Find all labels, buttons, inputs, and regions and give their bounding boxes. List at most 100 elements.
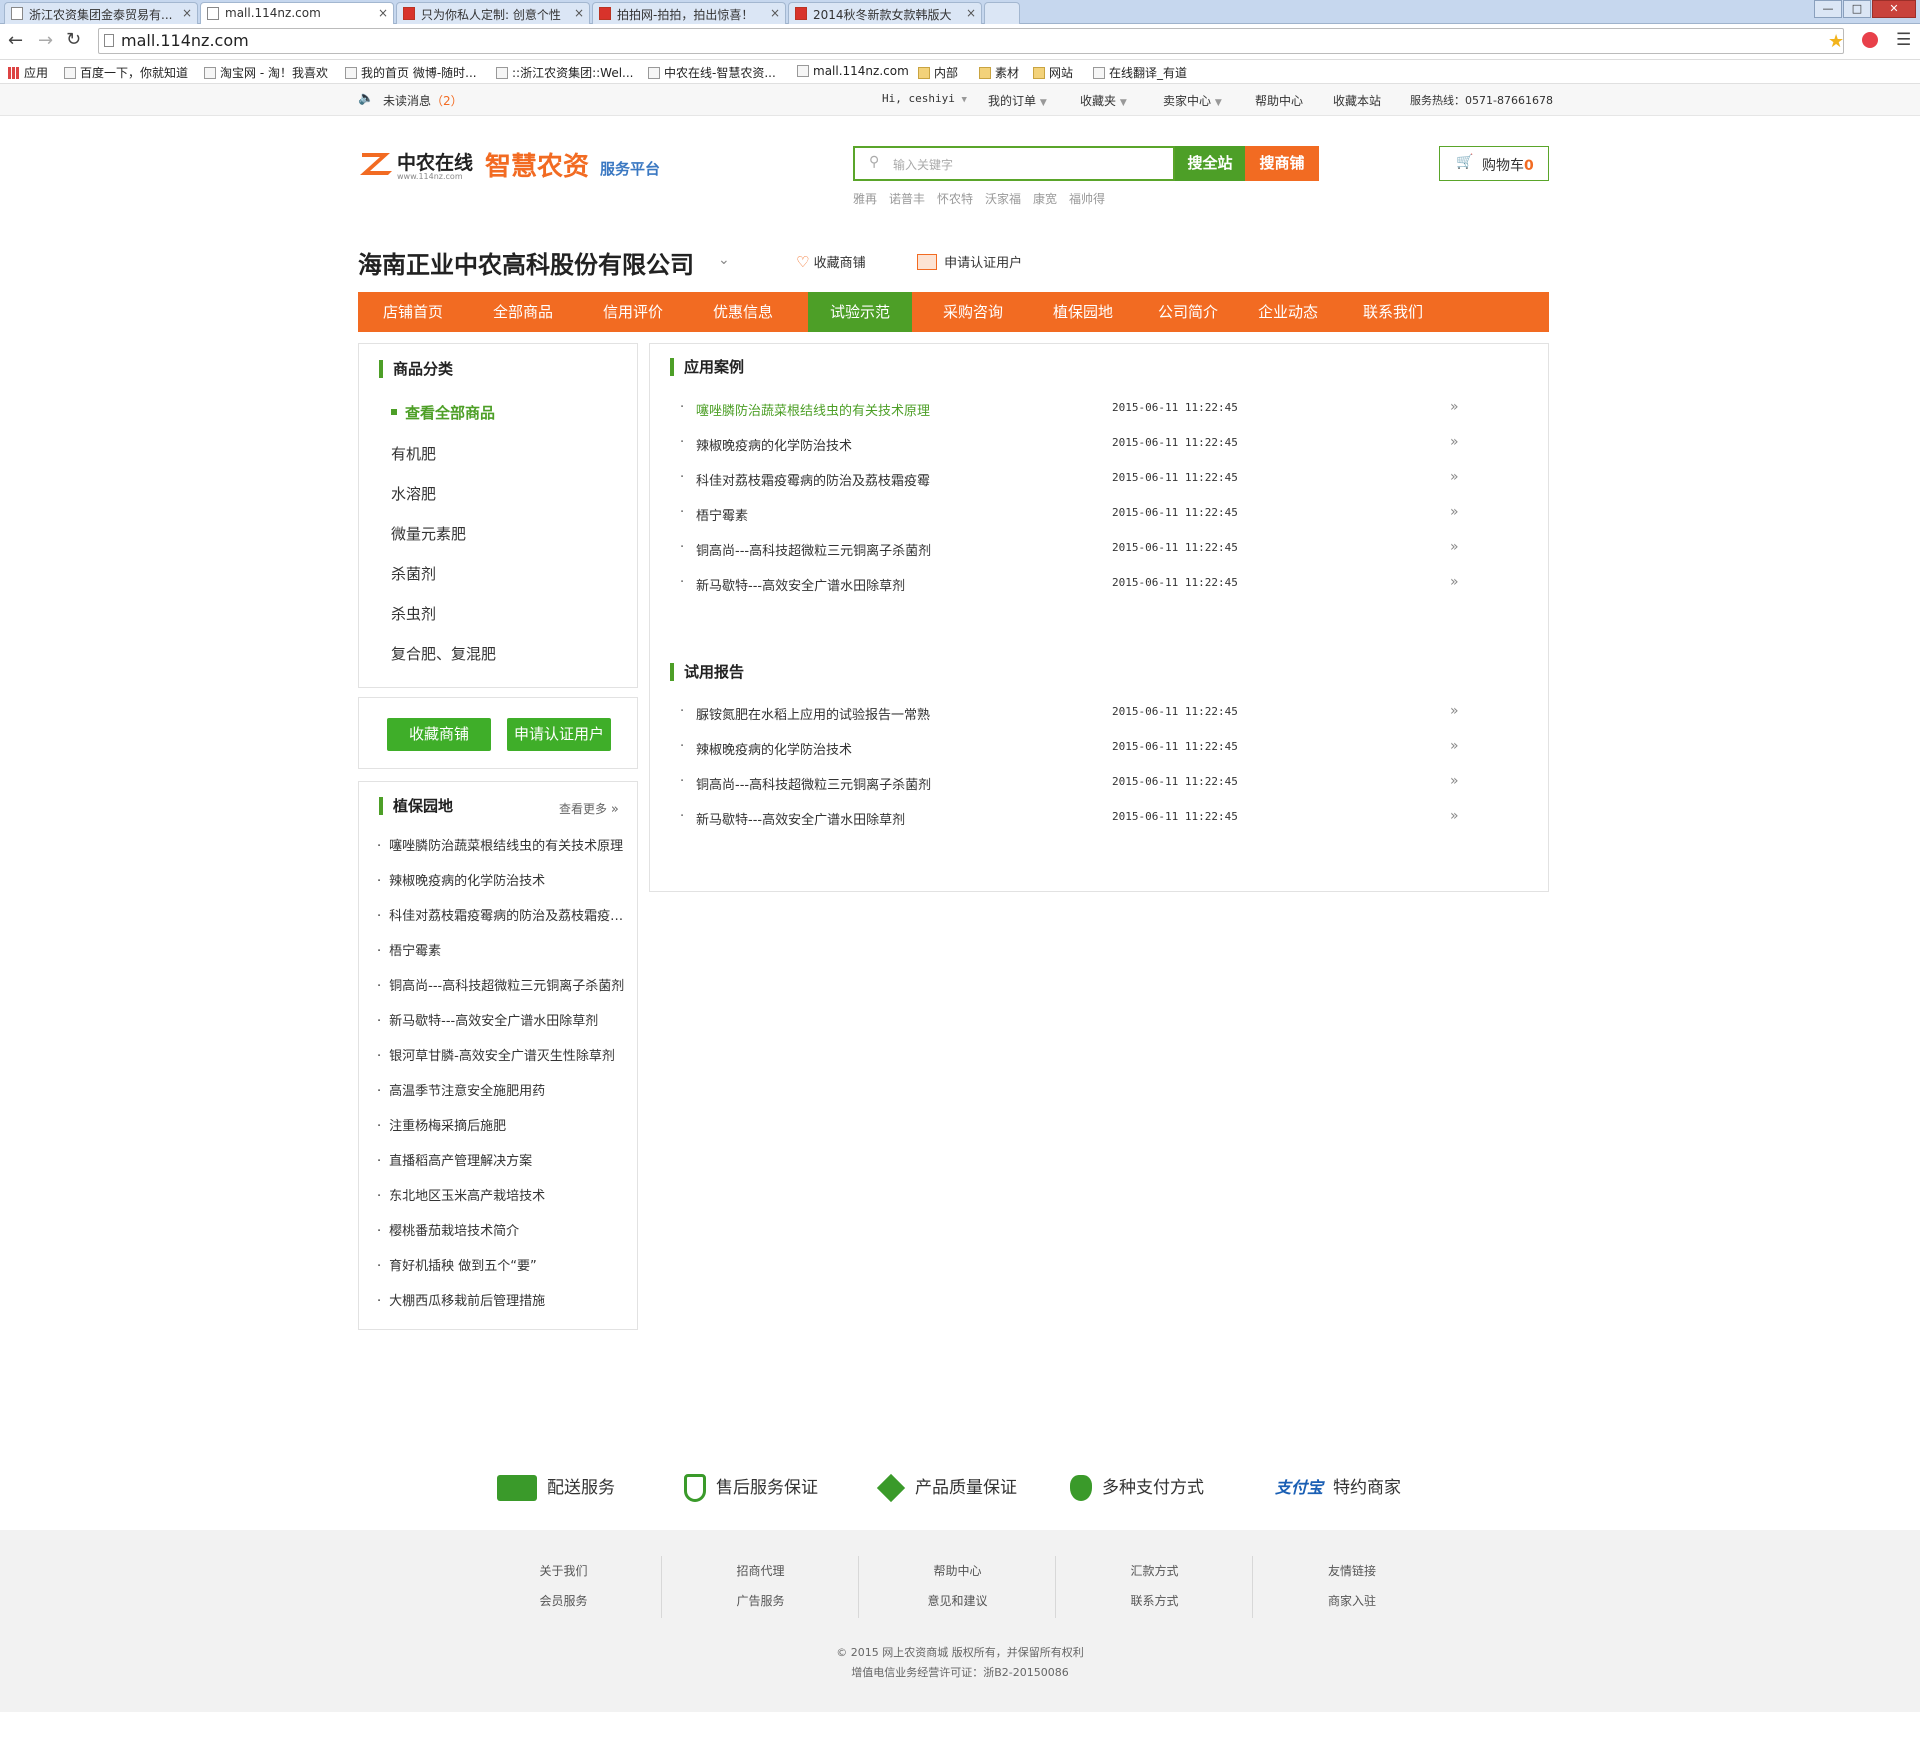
nav-item[interactable]: 试验示范 [808,292,912,332]
plant-article-link[interactable]: 噻唑膦防治蔬菜根结线虫的有关技术原理 [377,835,627,854]
unread-messages-link[interactable]: 未读消息（2） [383,92,463,109]
help-center-link[interactable]: 帮助中心 [1255,92,1303,109]
forward-icon[interactable]: → [38,30,53,51]
article-title[interactable]: 铜高尚---高科技超微粒三元铜离子杀菌剂 [696,540,931,559]
double-chevron-icon[interactable]: » [1450,434,1459,450]
my-orders-menu[interactable]: 我的订单 ▼ [988,92,1047,109]
category-item[interactable]: 水溶肥 [391,483,436,504]
article-row[interactable]: · 梧宁霉素 2015-06-11 11:22:45 » [680,504,1460,525]
close-window-button[interactable]: ✕ [1872,0,1916,18]
bookmark-item[interactable]: 应用 [8,64,48,81]
double-chevron-icon[interactable]: » [1450,469,1459,485]
browser-tab[interactable]: 浙江农资集团金泰贸易有... × [4,2,198,24]
plant-article-link[interactable]: 樱桃番茄栽培技术简介 [377,1220,627,1239]
view-more-link[interactable]: 查看更多 » [559,800,619,817]
reload-icon[interactable]: ↻ [66,29,81,50]
bookmark-item[interactable]: 淘宝网 - 淘！我喜欢 [204,64,328,81]
nav-item[interactable]: 信用评价 [578,292,688,332]
double-chevron-icon[interactable]: » [1450,773,1459,789]
double-chevron-icon[interactable]: » [1450,738,1459,754]
bookmark-item[interactable]: ::浙江农资集团::Wel... [496,64,634,81]
cart-button[interactable]: 🛒 购物车0 [1439,146,1549,181]
article-row[interactable]: · 铜高尚---高科技超微粒三元铜离子杀菌剂 2015-06-11 11:22:45… [680,773,1460,794]
article-row[interactable]: · 噻唑膦防治蔬菜根结线虫的有关技术原理 2015-06-11 11:22:45 » [680,399,1460,420]
browser-tab[interactable]: mall.114nz.com × [200,2,394,25]
article-title[interactable]: 新马歇特---高效安全广谱水田除草剂 [696,809,905,828]
category-item[interactable]: 杀虫剂 [391,603,436,624]
footer-link[interactable]: 联系方式 [1057,1586,1252,1616]
browser-tab[interactable]: 拍拍网-拍拍，拍出惊喜！ × [592,2,786,24]
double-chevron-icon[interactable]: » [1450,399,1459,415]
nav-item[interactable]: 公司简介 [1138,292,1238,332]
bookmark-item[interactable]: 内部 [918,64,958,81]
article-title[interactable]: 脲铵氮肥在水稻上应用的试验报告一常熟 [696,704,930,723]
close-tab-icon[interactable]: × [770,6,780,20]
nav-item[interactable]: 全部商品 [468,292,578,332]
nav-item[interactable]: 店铺首页 [358,292,468,332]
article-row[interactable]: · 辣椒晚疫病的化学防治技术 2015-06-11 11:22:45 » [680,738,1460,759]
plant-article-link[interactable]: 科佳对荔枝霜疫霉病的防治及荔枝霜疫霉... [377,905,627,924]
double-chevron-icon[interactable]: » [1450,504,1459,520]
footer-link[interactable]: 广告服务 [663,1586,858,1616]
article-title[interactable]: 噻唑膦防治蔬菜根结线虫的有关技术原理 [696,400,930,419]
article-title[interactable]: 梧宁霉素 [696,505,748,524]
article-title[interactable]: 科佳对荔枝霜疫霉病的防治及荔枝霜疫霉 [696,470,930,489]
article-row[interactable]: · 脲铵氮肥在水稻上应用的试验报告一常熟 2015-06-11 11:22:45 » [680,703,1460,724]
footer-link[interactable]: 会员服务 [466,1586,661,1616]
plant-article-link[interactable]: 育好机插秧 做到五个“要” [377,1255,627,1274]
footer-link[interactable]: 帮助中心 [860,1556,1055,1586]
star-icon[interactable]: ★ [1828,31,1844,52]
bookmark-item[interactable]: 中农在线-智慧农资... [648,64,776,81]
certify-user-link[interactable]: 申请认证用户 [917,252,1022,271]
bookmark-item[interactable]: 在线翻译_有道 [1093,64,1187,81]
nav-item[interactable]: 企业动态 [1238,292,1338,332]
nav-item[interactable]: 植保园地 [1028,292,1138,332]
url-input[interactable]: mall.114nz.com [98,28,1844,54]
hot-keyword[interactable]: 康宽 [1033,190,1057,207]
back-icon[interactable]: ← [8,30,23,51]
footer-link[interactable]: 友情链接 [1254,1556,1450,1586]
footer-link[interactable]: 意见和建议 [860,1586,1055,1616]
favorites-menu[interactable]: 收藏夹 ▼ [1080,92,1127,109]
nav-item[interactable]: 采购咨询 [918,292,1028,332]
bookmark-item[interactable]: 素材 [979,64,1019,81]
bookmark-item[interactable]: mall.114nz.com [797,64,909,78]
hot-keyword[interactable]: 雅再 [853,190,877,207]
hot-keyword[interactable]: 沃家福 [985,190,1021,207]
plant-article-link[interactable]: 梧宁霉素 [377,940,627,959]
browser-tab[interactable]: 2014秋冬新款女款韩版大 × [788,2,982,24]
hot-keyword[interactable]: 福帅得 [1069,190,1105,207]
hot-keyword[interactable]: 诺普丰 [889,190,925,207]
user-greeting[interactable]: Hi, ceshiyi ▼ [882,92,967,105]
double-chevron-icon[interactable]: » [1450,574,1459,590]
menu-icon[interactable]: ☰ [1896,30,1911,50]
seller-center-menu[interactable]: 卖家中心 ▼ [1163,92,1222,109]
double-chevron-icon[interactable]: » [1450,808,1459,824]
extension-icon[interactable] [1862,32,1878,48]
article-row[interactable]: · 科佳对荔枝霜疫霉病的防治及荔枝霜疫霉 2015-06-11 11:22:45 » [680,469,1460,490]
plant-article-link[interactable]: 新马歇特---高效安全广谱水田除草剂 [377,1010,627,1029]
browser-tab[interactable]: 只为你私人定制: 创意个性 × [396,2,590,24]
article-title[interactable]: 新马歇特---高效安全广谱水田除草剂 [696,575,905,594]
footer-link[interactable]: 招商代理 [663,1556,858,1586]
article-title[interactable]: 辣椒晚疫病的化学防治技术 [696,435,852,454]
plant-article-link[interactable]: 注重杨梅采摘后施肥 [377,1115,627,1134]
minimize-button[interactable]: — [1814,0,1842,18]
plant-article-link[interactable]: 直播稻高产管理解决方案 [377,1150,627,1169]
double-chevron-icon[interactable]: » [1450,703,1459,719]
article-title[interactable]: 铜高尚---高科技超微粒三元铜离子杀菌剂 [696,774,931,793]
new-tab-button[interactable] [984,2,1020,24]
footer-link[interactable]: 汇款方式 [1057,1556,1252,1586]
nav-item[interactable]: 优惠信息 [688,292,798,332]
article-row[interactable]: · 新马歇特---高效安全广谱水田除草剂 2015-06-11 11:22:45 » [680,574,1460,595]
double-chevron-icon[interactable]: » [1450,539,1459,555]
hot-keyword[interactable]: 怀农特 [937,190,973,207]
bookmark-item[interactable]: 网站 [1033,64,1073,81]
category-item[interactable]: 复合肥、复混肥 [391,643,496,664]
bookmark-item[interactable]: 百度一下，你就知道 [64,64,188,81]
close-tab-icon[interactable]: × [574,6,584,20]
plant-article-link[interactable]: 东北地区玉米高产栽培技术 [377,1185,627,1204]
chevron-down-icon[interactable]: ⌄ [718,252,730,268]
view-all-products-link[interactable]: 查看全部商品 [391,402,495,423]
plant-article-link[interactable]: 辣椒晚疫病的化学防治技术 [377,870,627,889]
